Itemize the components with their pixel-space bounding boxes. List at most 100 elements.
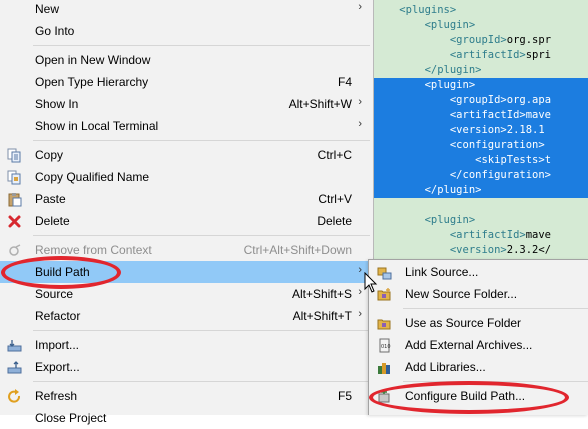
code-line[interactable]: <plugin> — [374, 18, 588, 33]
code-tag: </configuration> — [449, 169, 552, 181]
chevron-right-icon: › — [358, 308, 362, 320]
code-value: t — [544, 154, 552, 166]
menu-item-show-local-terminal[interactable]: Show in Local Terminal › — [0, 115, 372, 137]
menu-item-build-path[interactable]: Build Path › — [0, 261, 372, 283]
code-line[interactable]: <version>2.18.1 — [374, 123, 588, 138]
submenu-item-add-external-archives[interactable]: 010 Add External Archives... — [369, 334, 588, 356]
code-tag: <plugin> — [424, 19, 476, 31]
remove-context-icon — [9, 244, 21, 256]
menu-separator — [33, 140, 370, 141]
menu-item-import[interactable]: Import... — [0, 334, 372, 356]
copy-qualified-name-icon — [7, 170, 21, 185]
code-line[interactable]: <configuration> — [374, 138, 588, 153]
menu-item-refactor[interactable]: Refactor Alt+Shift+T › — [0, 305, 372, 327]
submenu-item-new-source-folder[interactable]: New Source Folder... — [369, 283, 588, 305]
source-folder-icon — [377, 319, 391, 330]
menu-item-go-into[interactable]: Go Into — [0, 20, 372, 42]
copy-icon — [7, 148, 21, 163]
submenu-item-label: Configure Build Path... — [405, 389, 526, 403]
menu-item-label: Go Into — [35, 24, 75, 38]
menu-item-copy[interactable]: Copy Ctrl+C — [0, 144, 372, 166]
code-line[interactable]: <plugins> — [374, 3, 588, 18]
chevron-right-icon: › — [358, 118, 362, 130]
svg-text:010: 010 — [381, 344, 391, 350]
menu-item-open-type-hierarchy[interactable]: Open Type Hierarchy F4 — [0, 71, 372, 93]
menu-item-paste[interactable]: Paste Ctrl+V — [0, 188, 372, 210]
menu-item-shortcut: Ctrl+Alt+Shift+Down — [243, 243, 352, 257]
mouse-cursor-icon — [364, 272, 378, 293]
menu-item-show-in[interactable]: Show In Alt+Shift+W › — [0, 93, 372, 115]
menu-item-export[interactable]: Export... — [0, 356, 372, 378]
code-line[interactable]: <plugin> — [374, 213, 588, 228]
refresh-icon — [8, 389, 21, 403]
code-value: org.spr — [506, 34, 552, 46]
context-menu: New › Go Into Open in New Window Open Ty… — [0, 0, 374, 425]
code-value: 2.18.1 — [506, 124, 545, 136]
menu-item-label: Export... — [35, 360, 80, 374]
code-tag: </plugin> — [424, 184, 482, 196]
menu-item-shortcut: Delete — [317, 214, 352, 228]
build-path-submenu: Link Source... New Source Folder... Use … — [368, 259, 588, 415]
code-tag: <groupId> — [449, 34, 507, 46]
export-icon — [7, 361, 22, 374]
code-line[interactable]: <artifactId>spri — [374, 48, 588, 63]
menu-item-refresh[interactable]: Refresh F5 — [0, 385, 372, 407]
menu-separator — [33, 45, 370, 46]
chevron-right-icon: › — [358, 1, 362, 13]
code-line[interactable]: <skipTests>t — [374, 153, 588, 168]
menu-item-label: New — [35, 2, 60, 16]
menu-separator — [33, 330, 370, 331]
archive-icon: 010 — [379, 338, 391, 353]
code-value: mave — [525, 229, 552, 241]
code-line[interactable]: <version>2.3.2</ — [374, 243, 588, 258]
menu-item-close-project[interactable]: Close Project — [0, 407, 372, 429]
submenu-separator — [403, 381, 588, 382]
chevron-right-icon: › — [358, 264, 362, 276]
delete-icon — [8, 215, 21, 228]
menu-item-label: Show in Local Terminal — [35, 119, 159, 133]
menu-item-label: Build Path — [35, 265, 90, 279]
code-line[interactable]: </plugin> — [374, 183, 588, 198]
code-line[interactable]: <groupId>org.spr — [374, 33, 588, 48]
submenu-separator — [403, 308, 588, 309]
code-tag: <configuration> — [449, 139, 545, 151]
menu-item-remove-from-context[interactable]: Remove from Context Ctrl+Alt+Shift+Down — [0, 239, 372, 261]
submenu-item-label: Add Libraries... — [405, 360, 486, 374]
menu-item-open-new-window[interactable]: Open in New Window — [0, 49, 372, 71]
code-line[interactable]: <artifactId>mave — [374, 228, 588, 243]
menu-item-shortcut: Ctrl+V — [318, 192, 352, 206]
code-value: 2.3.2</ — [506, 244, 552, 256]
menu-item-new[interactable]: New › — [0, 0, 372, 20]
menu-item-label: Open in New Window — [35, 53, 151, 67]
menu-item-shortcut: F4 — [337, 75, 352, 89]
menu-item-source[interactable]: Source Alt+Shift+S › — [0, 283, 372, 305]
code-line[interactable]: <artifactId>mave — [374, 108, 588, 123]
code-tag: <groupId> — [449, 94, 507, 106]
submenu-item-link-source[interactable]: Link Source... — [369, 261, 588, 283]
menu-item-label: Source — [35, 287, 74, 301]
code-line[interactable]: </plugin> — [374, 63, 588, 78]
code-line[interactable] — [374, 198, 588, 213]
code-tag: <artifactId> — [449, 49, 526, 61]
code-line[interactable]: <groupId>org.apa — [374, 93, 588, 108]
submenu-item-add-libraries[interactable]: Add Libraries... — [369, 356, 588, 378]
code-tag: <artifactId> — [449, 229, 526, 241]
code-value: spri — [525, 49, 552, 61]
submenu-item-use-as-source-folder[interactable]: Use as Source Folder — [369, 312, 588, 334]
paste-icon — [8, 193, 22, 207]
submenu-item-label: Add External Archives... — [405, 338, 533, 352]
code-line[interactable]: <plugin> — [374, 78, 588, 93]
menu-item-label: Refactor — [35, 309, 81, 323]
menu-item-delete[interactable]: Delete Delete — [0, 210, 372, 232]
submenu-item-configure-build-path[interactable]: Configure Build Path... — [369, 385, 588, 407]
chevron-right-icon: › — [358, 96, 362, 108]
code-line[interactable]: </configuration> — [374, 168, 588, 183]
menu-item-copy-qualified-name[interactable]: Copy Qualified Name — [0, 166, 372, 188]
libraries-icon — [378, 363, 390, 374]
